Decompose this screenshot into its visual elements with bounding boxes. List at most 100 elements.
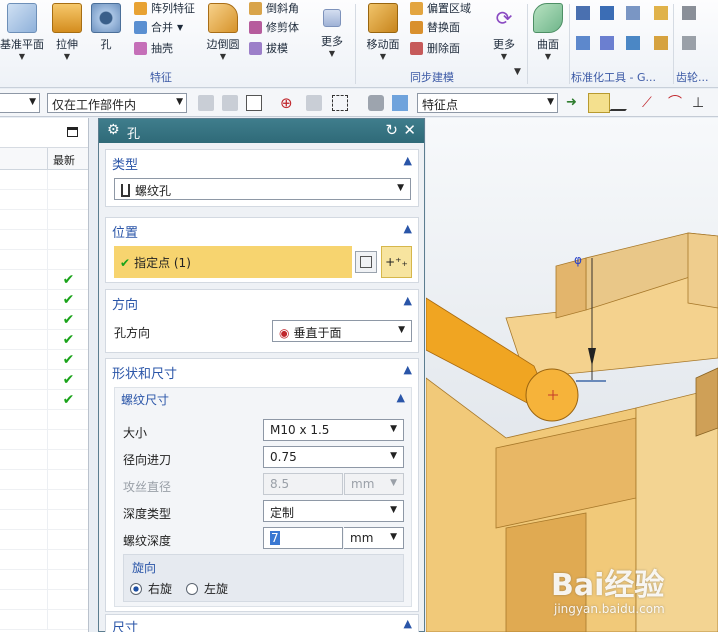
shape-size-section-header[interactable]: 形状和尺寸 ▲ — [106, 359, 418, 383]
navigator-row[interactable]: ✔ — [0, 370, 88, 390]
filter-icon[interactable] — [198, 95, 214, 111]
end-point-snap-icon[interactable] — [588, 93, 610, 113]
point-dialog-button[interactable]: +⁺₊ — [381, 246, 412, 278]
navigator-row[interactable]: ✔ — [0, 290, 88, 310]
marquee-icon[interactable] — [332, 95, 348, 111]
rotation-left-option[interactable]: 左旋 — [186, 580, 228, 597]
rotation-right-option[interactable]: 右旋 — [130, 580, 172, 597]
line-snap-icon[interactable] — [609, 95, 639, 111]
tool-icon[interactable] — [600, 36, 614, 50]
hole-button[interactable]: 孔 — [89, 3, 123, 52]
navigator-row[interactable] — [0, 170, 88, 190]
unite-button[interactable]: 合并 ▼ — [134, 19, 183, 35]
close-icon[interactable]: ✕ — [403, 121, 416, 139]
chevron-down-icon: ▼ — [390, 478, 397, 488]
navigator-row[interactable] — [0, 430, 88, 450]
navigator-row[interactable] — [0, 190, 88, 210]
graphics-viewport[interactable]: φ Bai经验 jingyan.baidu.com — [426, 118, 718, 632]
maximize-icon[interactable] — [67, 127, 78, 137]
navigator-row[interactable] — [0, 550, 88, 570]
snap-icon[interactable] — [222, 95, 238, 111]
depth-type-select[interactable]: 定制 ▼ — [263, 500, 404, 522]
hole-type-select[interactable]: 螺纹孔 ▼ — [114, 178, 411, 200]
tool-icon[interactable] — [626, 6, 640, 20]
navigator-row[interactable] — [0, 490, 88, 510]
navigator-row[interactable] — [0, 470, 88, 490]
offset-region-button[interactable]: 偏置区域 — [410, 0, 471, 16]
replace-face-button[interactable]: 替换面 — [410, 19, 460, 35]
radial-engage-select[interactable]: 0.75 ▼ — [263, 446, 404, 468]
selection-box-icon[interactable] — [246, 95, 262, 111]
reset-icon[interactable]: ↻ — [385, 121, 398, 139]
chevron-down-icon[interactable]: ▼ — [514, 67, 521, 77]
dimensions-section-header[interactable]: 尺寸 ▲ — [106, 615, 418, 632]
datum-plane-button[interactable]: 基准平面 ▼ — [0, 3, 44, 61]
thread-size-select[interactable]: M10 x 1.5 ▼ — [263, 419, 404, 441]
type-section-header[interactable]: 类型 ▲ — [106, 150, 418, 174]
direction-section-header[interactable]: 方向 ▲ — [106, 290, 418, 314]
navigator-row[interactable]: ✔ — [0, 330, 88, 350]
tool-icon[interactable] — [576, 36, 590, 50]
navigator-row[interactable]: ✔ — [0, 270, 88, 290]
type-filter-combo[interactable]: ▼ — [0, 93, 40, 113]
navigator-row[interactable]: ✔ — [0, 350, 88, 370]
curve-snap-icon[interactable]: ⌒ — [668, 95, 684, 111]
tool-icon[interactable] — [576, 6, 590, 20]
edge-blend-button[interactable]: 边倒圆 ▼ — [204, 3, 242, 61]
depth-type-label: 深度类型 — [123, 507, 172, 521]
specify-point-row[interactable]: ✔ 指定点 (1) — [114, 246, 352, 278]
pattern-feature-button[interactable]: 阵列特征 — [134, 0, 195, 16]
chamfer-button[interactable]: 倒斜角 — [249, 0, 299, 16]
intersect-snap-icon[interactable]: ⊥ — [692, 95, 708, 111]
extrude-button[interactable]: 拉伸 ▼ — [50, 3, 84, 61]
delete-face-button[interactable]: 删除面 — [410, 40, 460, 56]
sketch-section-button[interactable] — [355, 251, 377, 273]
body-select-icon[interactable] — [368, 95, 384, 111]
navigator-row[interactable] — [0, 570, 88, 590]
draft-button[interactable]: 拔模 — [249, 40, 288, 56]
more-feature-button[interactable]: 更多 ▼ — [316, 3, 348, 58]
navigator-row[interactable] — [0, 610, 88, 630]
cursor-icon[interactable] — [306, 95, 322, 111]
tool-icon[interactable] — [654, 6, 668, 20]
navigator-row[interactable] — [0, 410, 88, 430]
more-sync-button[interactable]: ⟳ 更多 ▼ — [488, 3, 520, 61]
crosshair-icon[interactable]: ⊕ — [280, 95, 296, 111]
shell-button[interactable]: 抽壳 — [134, 40, 173, 56]
arrow-right-icon[interactable]: ➜ — [566, 95, 582, 111]
gear-tool-icon[interactable] — [682, 36, 696, 50]
navigator-row[interactable] — [0, 250, 88, 270]
position-section-header[interactable]: 位置 ▲ — [106, 218, 418, 242]
navigator-row[interactable] — [0, 210, 88, 230]
snap-point-combo[interactable]: 特征点 ▼ — [417, 93, 558, 113]
hole-direction-select[interactable]: ◉ 垂直于面 ▼ — [272, 320, 412, 342]
thread-depth-unit-select[interactable]: mm ▼ — [344, 527, 404, 549]
surface-button[interactable]: 曲面 ▼ — [532, 3, 564, 61]
more-sync-label: 更多 — [493, 38, 515, 51]
navigator-row[interactable]: ✔ — [0, 310, 88, 330]
thread-size-header[interactable]: 螺纹尺寸 ▲ — [115, 388, 411, 410]
move-face-button[interactable]: 移动面 ▼ — [362, 3, 404, 61]
navigator-row[interactable] — [0, 230, 88, 250]
selection-scope-combo[interactable]: 仅在工作部件内 ▼ — [47, 93, 187, 113]
tool-icon[interactable] — [654, 36, 668, 50]
trim-body-button[interactable]: 修剪体 — [249, 19, 299, 35]
navigator-row[interactable]: ✔ — [0, 390, 88, 410]
column-latest[interactable]: 最新 — [47, 148, 89, 170]
navigator-row[interactable] — [0, 530, 88, 550]
datum-plane-label: 基准平面 — [0, 38, 44, 51]
cube-icon[interactable] — [392, 95, 408, 111]
refresh-icon: ⟳ — [495, 6, 513, 30]
diameter-label[interactable]: φ — [574, 253, 582, 267]
navigator-row[interactable] — [0, 450, 88, 470]
tool-icon[interactable] — [600, 6, 614, 20]
gear-icon[interactable]: ⚙ — [107, 122, 120, 138]
sketch-icon — [360, 256, 372, 268]
group-label-std-tools: 标准化工具 - G... — [571, 71, 656, 84]
navigator-row[interactable] — [0, 590, 88, 610]
thread-depth-input[interactable]: 7 — [263, 527, 343, 549]
tool-icon[interactable] — [626, 36, 640, 50]
gear-tool-icon[interactable] — [682, 6, 696, 20]
midpoint-snap-icon[interactable]: ⟋ — [642, 95, 658, 111]
navigator-row[interactable] — [0, 510, 88, 530]
